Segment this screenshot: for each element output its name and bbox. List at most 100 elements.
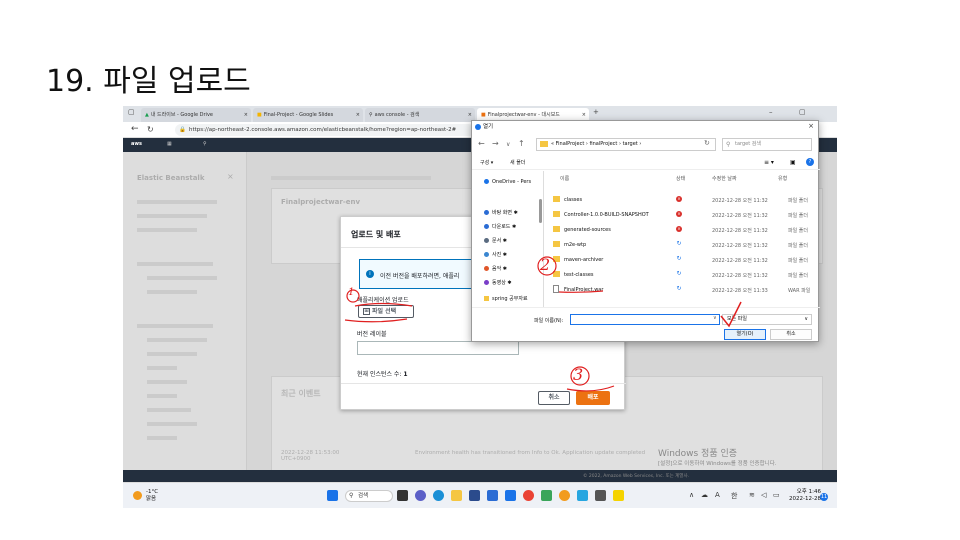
nav-item-documents[interactable]: 문서 ✱: [484, 237, 507, 244]
tab-google-slides[interactable]: ■ Final-Project - Google Slides ×: [253, 108, 363, 122]
refresh-icon[interactable]: ↻: [704, 139, 710, 147]
filename-dropdown-icon[interactable]: ∨: [713, 315, 717, 321]
nav-item-desktop[interactable]: 바탕 화면 ✱: [484, 209, 518, 216]
aws-search-icon[interactable]: ⚲: [203, 141, 207, 147]
task-view-icon[interactable]: [397, 490, 408, 501]
volume-icon[interactable]: ◁: [761, 491, 766, 499]
minimize-icon[interactable]: –: [769, 108, 773, 116]
file-row[interactable]: maven-archiver ↻ 2022-12-28 오전 11:32 파일 폴더: [550, 253, 818, 267]
sync-pending-icon: ↻: [676, 240, 682, 247]
cancel-button[interactable]: 취소: [538, 391, 570, 405]
tab-close-icon[interactable]: ×: [244, 110, 248, 120]
back-icon[interactable]: ←: [131, 124, 139, 134]
version-label-input[interactable]: [357, 341, 519, 355]
slide-title: 19. 파일 업로드: [46, 64, 251, 99]
app-icon[interactable]: [595, 490, 606, 501]
filename-label: 파일 이름(N):: [534, 318, 564, 324]
chrome-icon[interactable]: [523, 490, 534, 501]
tab-close-icon[interactable]: ×: [356, 110, 360, 120]
preview-pane-icon[interactable]: ▣: [790, 159, 796, 166]
edge-icon[interactable]: [433, 490, 444, 501]
file-row[interactable]: m2e-wtp ↻ 2022-12-28 오전 11:32 파일 폴더: [550, 238, 818, 252]
nav-item-pictures[interactable]: 사진 ✱: [484, 251, 507, 258]
tab-close-icon[interactable]: ×: [468, 110, 472, 120]
filetype-select[interactable]: 모든 파일 ∨: [722, 314, 812, 325]
app-icon[interactable]: [559, 490, 570, 501]
modal-footer-divider: [341, 383, 626, 384]
file-explorer-icon[interactable]: [451, 490, 462, 501]
file-row[interactable]: generated-sources × 2022-12-28 오전 11:32 파일 …: [550, 223, 818, 237]
dialog-close-icon[interactable]: ×: [808, 122, 814, 130]
chat-icon[interactable]: [415, 490, 426, 501]
dialog-cancel-button[interactable]: 취소: [770, 329, 812, 340]
font-icon[interactable]: A: [715, 491, 720, 499]
reload-icon[interactable]: ↻: [147, 125, 154, 134]
nav-item-music[interactable]: 음악 ✱: [484, 265, 507, 272]
filename-input[interactable]: [570, 314, 720, 325]
forward-icon[interactable]: →: [492, 139, 499, 148]
file-row[interactable]: Controller-1.0.0-BUILD-SNAPSHOT × 2022-12-…: [550, 208, 818, 222]
open-button[interactable]: 열기(O): [724, 329, 766, 340]
upload-label: 애플리케이션 업로드: [357, 297, 409, 304]
info-icon: i: [366, 270, 374, 278]
tab-actions-icon[interactable]: ▢: [128, 108, 135, 116]
nav-item-downloads[interactable]: 다운로드 ✱: [484, 223, 516, 230]
weather-widget[interactable]: -1°C 맑음: [146, 489, 158, 503]
taskbar-clock[interactable]: 오후 1:46 2022-12-28: [789, 489, 821, 503]
column-header-date[interactable]: 수정한 날짜: [712, 175, 737, 182]
taskbar-search[interactable]: ⚲ 검색: [345, 490, 393, 502]
notification-badge[interactable]: 11: [820, 493, 828, 501]
new-folder-button[interactable]: 새 폴더: [510, 159, 525, 166]
dialog-titlebar: 열기: [475, 121, 819, 133]
mail-icon[interactable]: [487, 490, 498, 501]
app-icon[interactable]: [541, 490, 552, 501]
choose-file-button[interactable]: ⊞ 파일 선택: [358, 305, 414, 318]
app-icon[interactable]: [577, 490, 588, 501]
view-options-icon[interactable]: ≡ ▾: [764, 159, 774, 166]
tab-google-drive[interactable]: ▲ 내 드라이브 - Google Drive ×: [141, 108, 251, 122]
folder-search-input[interactable]: ⚲ target 검색: [722, 138, 812, 151]
help-icon[interactable]: ?: [806, 158, 814, 166]
url-field[interactable]: 🔒 https://ap-northeast-2.console.aws.amaz…: [175, 124, 475, 136]
ime-indicator[interactable]: 한: [731, 491, 737, 501]
maximize-icon[interactable]: ▢: [799, 108, 806, 116]
video-icon: [484, 280, 489, 285]
recent-dropdown-icon[interactable]: ∨: [506, 141, 510, 148]
dialog-footer-divider: [472, 307, 820, 308]
column-header-type[interactable]: 유형: [778, 175, 787, 182]
tray-overflow-icon[interactable]: ∧: [689, 491, 694, 499]
cloud-icon[interactable]: ☁: [701, 491, 708, 499]
new-tab-button[interactable]: +: [593, 108, 599, 116]
organize-menu[interactable]: 구성 ▾: [480, 159, 493, 166]
kakaotalk-icon[interactable]: [613, 490, 624, 501]
tab-close-icon[interactable]: ×: [582, 110, 586, 120]
music-icon: [484, 266, 489, 271]
back-icon[interactable]: ←: [478, 139, 485, 148]
tab-aws-search[interactable]: ⚲ aws console - 검색 ×: [365, 108, 475, 122]
nav-scrollbar[interactable]: [539, 199, 542, 223]
battery-icon[interactable]: ▭: [773, 491, 780, 499]
up-icon[interactable]: ↑: [518, 139, 525, 148]
column-header-name[interactable]: 이름: [560, 175, 569, 182]
file-row[interactable]: classes × 2022-12-28 오전 11:32 파일 폴더: [550, 193, 818, 207]
services-menu-icon[interactable]: ▦: [167, 141, 172, 147]
file-row-war[interactable]: FinalProject.war ↻ 2022-12-28 오전 11:33 WAR …: [550, 283, 818, 297]
wifi-icon[interactable]: ≋: [749, 491, 755, 499]
onedrive-icon: [484, 179, 489, 184]
deploy-button[interactable]: 배포: [576, 391, 610, 405]
store-icon[interactable]: [469, 490, 480, 501]
nav-item-onedrive[interactable]: OneDrive - Pers: [484, 179, 531, 185]
column-header-status[interactable]: 상태: [676, 175, 685, 182]
weather-sun-icon[interactable]: [133, 491, 142, 500]
nav-item-videos[interactable]: 동영상 ✱: [484, 279, 512, 286]
sync-error-icon: ×: [676, 211, 682, 217]
app-icon[interactable]: [505, 490, 516, 501]
folder-icon: [553, 196, 560, 202]
path-breadcrumb[interactable]: « FinalProject › finalProject › target ›: [536, 138, 716, 151]
search-icon: ⚲: [349, 492, 354, 499]
nav-item-spring[interactable]: spring 공부자료: [484, 295, 528, 302]
aws-footer: © 2022, Amazon Web Services, Inc. 또는 계열사…: [123, 470, 837, 482]
file-row[interactable]: test-classes ↻ 2022-12-28 오전 11:32 파일 폴더: [550, 268, 818, 282]
windows-start-icon[interactable]: [327, 490, 338, 501]
sync-error-icon: ×: [676, 226, 682, 232]
